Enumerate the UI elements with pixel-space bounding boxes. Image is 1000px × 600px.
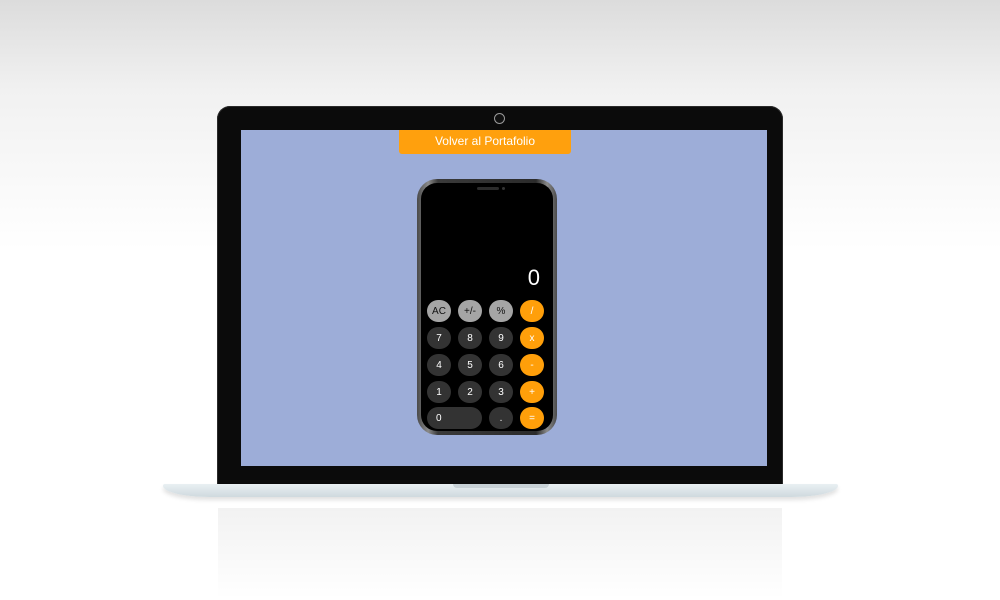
webcam-icon xyxy=(494,113,505,124)
key-4[interactable]: 4 xyxy=(427,354,451,376)
key-percent[interactable]: % xyxy=(489,300,513,322)
calculator-app: 0 AC +/- % / 7 8 9 x 4 5 6 - 1 2 3 + 0 .… xyxy=(421,183,553,431)
speaker-grille xyxy=(477,187,499,190)
calculator-display: 0 xyxy=(527,265,540,290)
key-6[interactable]: 6 xyxy=(489,354,513,376)
key-all-clear[interactable]: AC xyxy=(427,300,451,322)
key-multiply[interactable]: x xyxy=(520,327,544,349)
key-decimal[interactable]: . xyxy=(489,407,513,429)
key-5[interactable]: 5 xyxy=(458,354,482,376)
key-subtract[interactable]: - xyxy=(520,354,544,376)
key-add[interactable]: + xyxy=(520,381,544,403)
browser-viewport: Volver al Portafolio 0 AC +/- % / 7 8 9 … xyxy=(241,130,767,466)
laptop-reflection xyxy=(218,508,782,600)
key-divide[interactable]: / xyxy=(520,300,544,322)
key-1[interactable]: 1 xyxy=(427,381,451,403)
back-to-portfolio-button[interactable]: Volver al Portafolio xyxy=(399,130,571,154)
key-toggle-sign[interactable]: +/- xyxy=(458,300,482,322)
key-3[interactable]: 3 xyxy=(489,381,513,403)
key-0[interactable]: 0 xyxy=(427,407,482,429)
front-camera-icon xyxy=(502,187,505,190)
phone-frame: 0 AC +/- % / 7 8 9 x 4 5 6 - 1 2 3 + 0 .… xyxy=(417,179,557,435)
key-8[interactable]: 8 xyxy=(458,327,482,349)
key-7[interactable]: 7 xyxy=(427,327,451,349)
key-9[interactable]: 9 xyxy=(489,327,513,349)
laptop-base xyxy=(163,484,838,497)
key-2[interactable]: 2 xyxy=(458,381,482,403)
laptop-base-notch xyxy=(453,484,549,488)
key-equals[interactable]: = xyxy=(520,407,544,429)
